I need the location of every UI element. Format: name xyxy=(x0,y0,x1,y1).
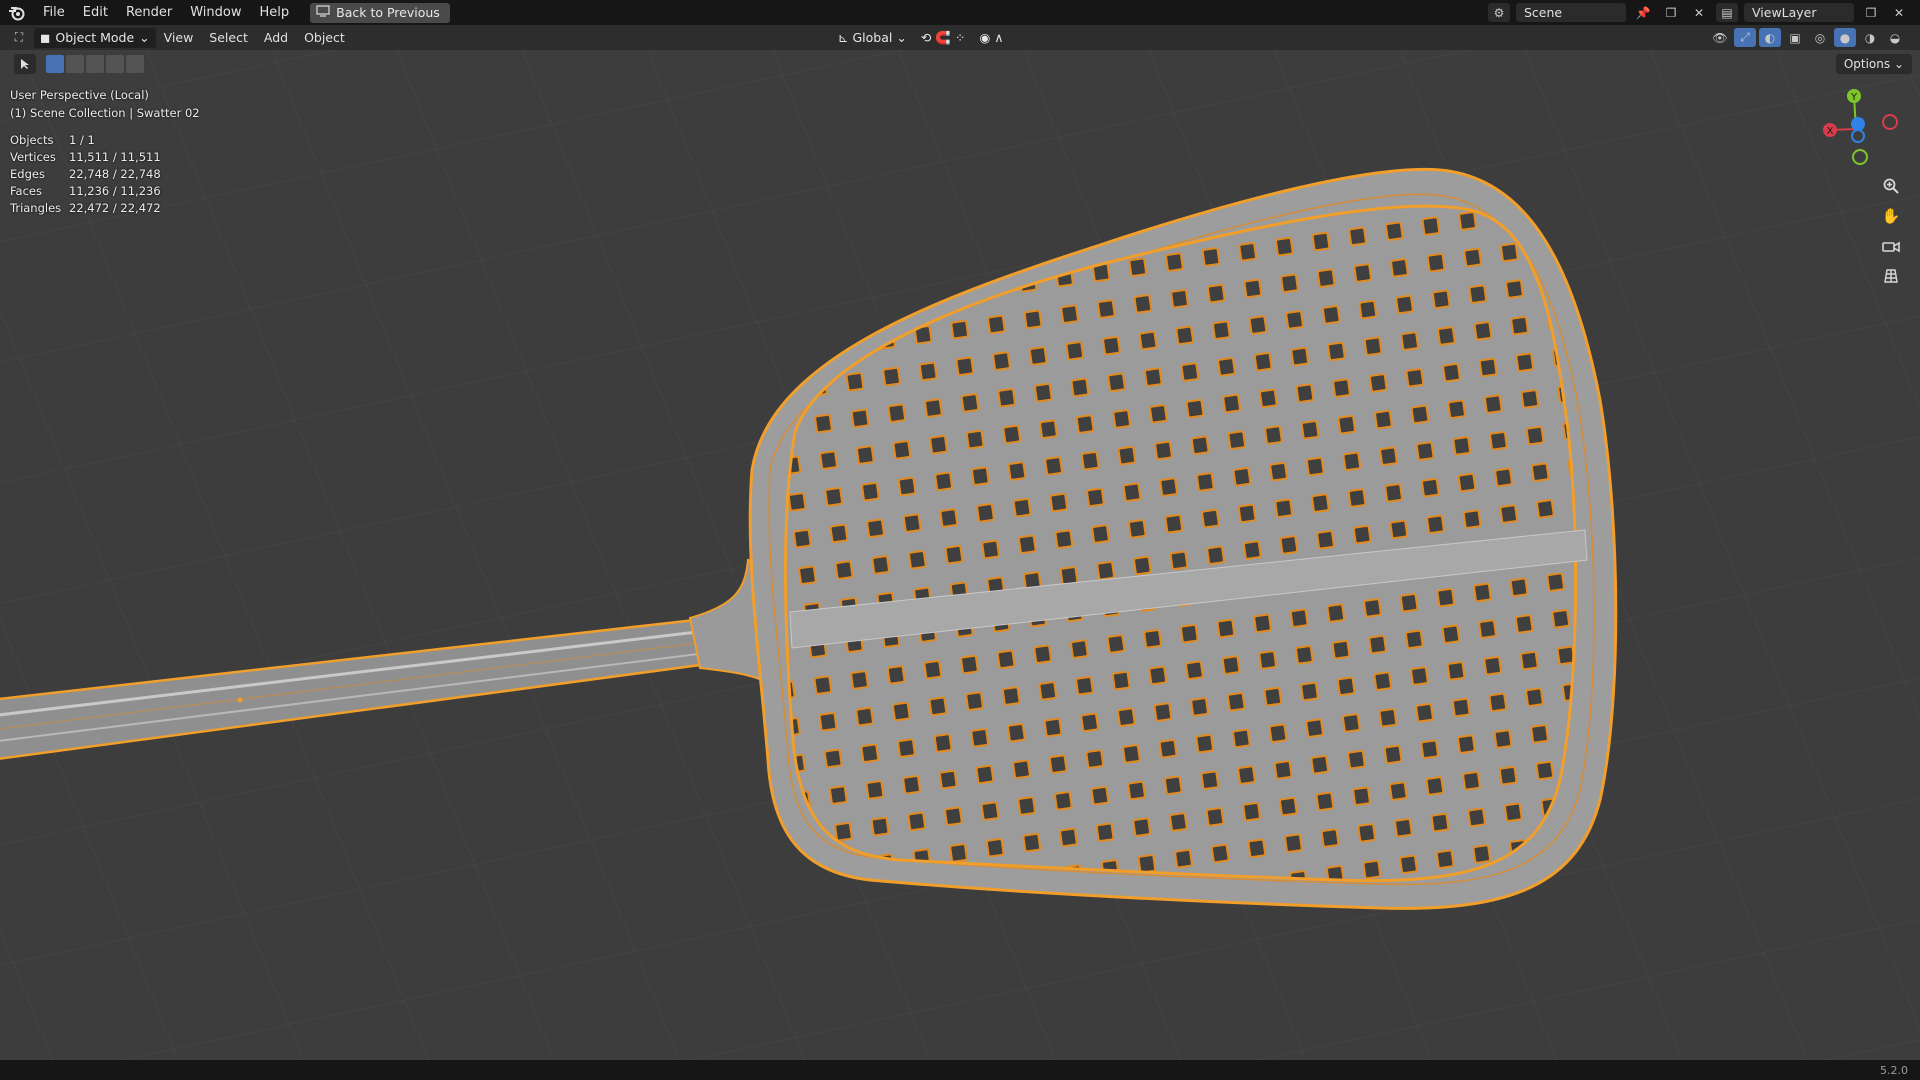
gizmo-neg-x-axis[interactable] xyxy=(1882,114,1898,130)
grid-view-icon[interactable] xyxy=(1878,264,1904,288)
back-to-previous-label: Back to Previous xyxy=(336,5,440,20)
scene-name-field[interactable]: Scene xyxy=(1516,3,1626,22)
menu-file[interactable]: File xyxy=(34,0,74,25)
back-to-previous-button[interactable]: Back to Previous xyxy=(310,2,450,23)
material-shading-icon[interactable]: ◑ xyxy=(1859,28,1881,47)
viewport-info-overlay: User Perspective (Local) (1) Scene Colle… xyxy=(10,86,200,217)
selection-mode-group xyxy=(46,55,144,73)
close-scene-icon[interactable]: ✕ xyxy=(1688,3,1710,22)
object-mode-label: Object Mode xyxy=(55,30,135,45)
menu-add[interactable]: Add xyxy=(256,30,296,45)
object-mode-icon: ◼ xyxy=(40,30,51,45)
chevron-down-icon: ⌄ xyxy=(139,30,150,45)
scene-statistics: Objects 1 / 1 Vertices 11,511 / 11,511 Edg… xyxy=(10,132,200,217)
menu-select[interactable]: Select xyxy=(201,30,256,45)
camera-icon[interactable] xyxy=(1878,234,1904,258)
menu-render[interactable]: Render xyxy=(117,0,181,25)
stat-row-triangles: Triangles 22,472 / 22,472 xyxy=(10,201,161,215)
top-menu-bar: File Edit Render Window Help Back to Pre… xyxy=(0,0,1920,25)
editor-type-icon[interactable]: ⛶ xyxy=(8,28,30,47)
close-view-layer-icon[interactable]: ✕ xyxy=(1888,3,1910,22)
gizmo-neg-z-axis[interactable] xyxy=(1851,129,1865,143)
blender-window: File Edit Render Window Help Back to Pre… xyxy=(0,0,1920,1080)
gizmo-z-axis[interactable] xyxy=(1851,117,1865,131)
tool-settings-row xyxy=(0,50,400,78)
gizmo-toggle-icon[interactable]: ⤢ xyxy=(1734,28,1756,47)
perspective-label: User Perspective (Local) xyxy=(10,88,149,102)
object-mode-dropdown[interactable]: ◼ Object Mode ⌄ xyxy=(34,27,156,48)
viewport-3d[interactable] xyxy=(0,50,1920,1060)
new-scene-icon[interactable]: ❐ xyxy=(1660,3,1682,22)
navigation-gizmo[interactable]: Y X xyxy=(1806,84,1906,174)
pin-icon[interactable]: 📌 xyxy=(1632,3,1654,22)
menu-view[interactable]: View xyxy=(156,30,202,45)
view-layer-field[interactable]: ViewLayer xyxy=(1744,3,1854,22)
menu-object[interactable]: Object xyxy=(296,30,353,45)
menu-help[interactable]: Help xyxy=(251,0,299,25)
stat-row-vertices: Vertices 11,511 / 11,511 xyxy=(10,150,161,164)
viewport-display-tools: 👁 ⤢ ◐ ▣ ◎ ● ◑ ◒ xyxy=(1709,27,1906,48)
transform-orientation-icon: ⊾ xyxy=(838,30,849,45)
scene-selector-icon[interactable]: ⚙ xyxy=(1488,3,1510,22)
select-new-icon[interactable] xyxy=(46,55,64,73)
gizmo-y-label: Y xyxy=(1850,92,1858,103)
collection-label: (1) Scene Collection | Swatter 02 xyxy=(10,106,200,120)
select-extend-icon[interactable] xyxy=(66,55,84,73)
pivot-point-icon[interactable]: ⟲ xyxy=(921,30,931,45)
blender-logo-icon[interactable] xyxy=(0,0,34,25)
stat-row-edges: Edges 22,748 / 22,748 xyxy=(10,167,161,181)
viewport-navigation: ✋ xyxy=(1878,174,1906,288)
stat-row-faces: Faces 11,236 / 11,236 xyxy=(10,184,161,198)
select-subtract-icon[interactable] xyxy=(86,55,104,73)
gizmo-x-label: X xyxy=(1827,126,1834,137)
topbar-right: ⚙ Scene 📌 ❐ ✕ ▤ ViewLayer ❐ ✕ xyxy=(1488,0,1920,25)
snap-target-icon[interactable]: ⁘ xyxy=(955,30,965,45)
select-invert-icon[interactable] xyxy=(106,55,124,73)
view-layer-selector-icon[interactable]: ▤ xyxy=(1716,3,1738,22)
proportional-editing-icon[interactable]: ◉ xyxy=(979,30,990,45)
new-view-layer-icon[interactable]: ❐ xyxy=(1860,3,1882,22)
falloff-icon[interactable]: ∧ xyxy=(994,30,1003,45)
rendered-shading-icon[interactable]: ◒ xyxy=(1884,28,1906,47)
screen-icon xyxy=(316,5,330,20)
menu-edit[interactable]: Edit xyxy=(74,0,117,25)
gizmo-neg-y-axis[interactable] xyxy=(1852,149,1868,165)
xray-toggle-icon[interactable]: ▣ xyxy=(1784,28,1806,47)
snap-icon[interactable]: 🧲 xyxy=(935,30,951,46)
viewport-header: ⛶ ◼ Object Mode ⌄ View Select Add Object… xyxy=(0,25,1920,50)
status-bar: 5.2.0 xyxy=(0,1060,1920,1080)
zoom-icon[interactable] xyxy=(1878,174,1904,198)
wireframe-shading-icon[interactable]: ◎ xyxy=(1809,28,1831,47)
chevron-down-icon: ⌄ xyxy=(896,30,907,45)
pan-hand-icon[interactable]: ✋ xyxy=(1878,204,1904,228)
overlay-toggle-icon[interactable]: ◐ xyxy=(1759,28,1781,47)
transform-orientation-dropdown[interactable]: Global xyxy=(852,30,892,45)
options-dropdown[interactable]: Options ⌄ xyxy=(1835,54,1912,74)
solid-shading-icon[interactable]: ● xyxy=(1834,28,1856,47)
menu-window[interactable]: Window xyxy=(181,0,250,25)
select-tool-icon[interactable] xyxy=(14,54,36,74)
options-label: Options xyxy=(1843,57,1891,71)
version-label: 5.2.0 xyxy=(1880,1064,1908,1077)
transform-tools: ⊾ Global ⌄ ⟲ 🧲 ⁘ ◉ ∧ xyxy=(838,27,1003,48)
visibility-icon[interactable]: 👁 xyxy=(1709,28,1731,47)
select-intersect-icon[interactable] xyxy=(126,55,144,73)
stat-row-objects: Objects 1 / 1 xyxy=(10,133,95,147)
